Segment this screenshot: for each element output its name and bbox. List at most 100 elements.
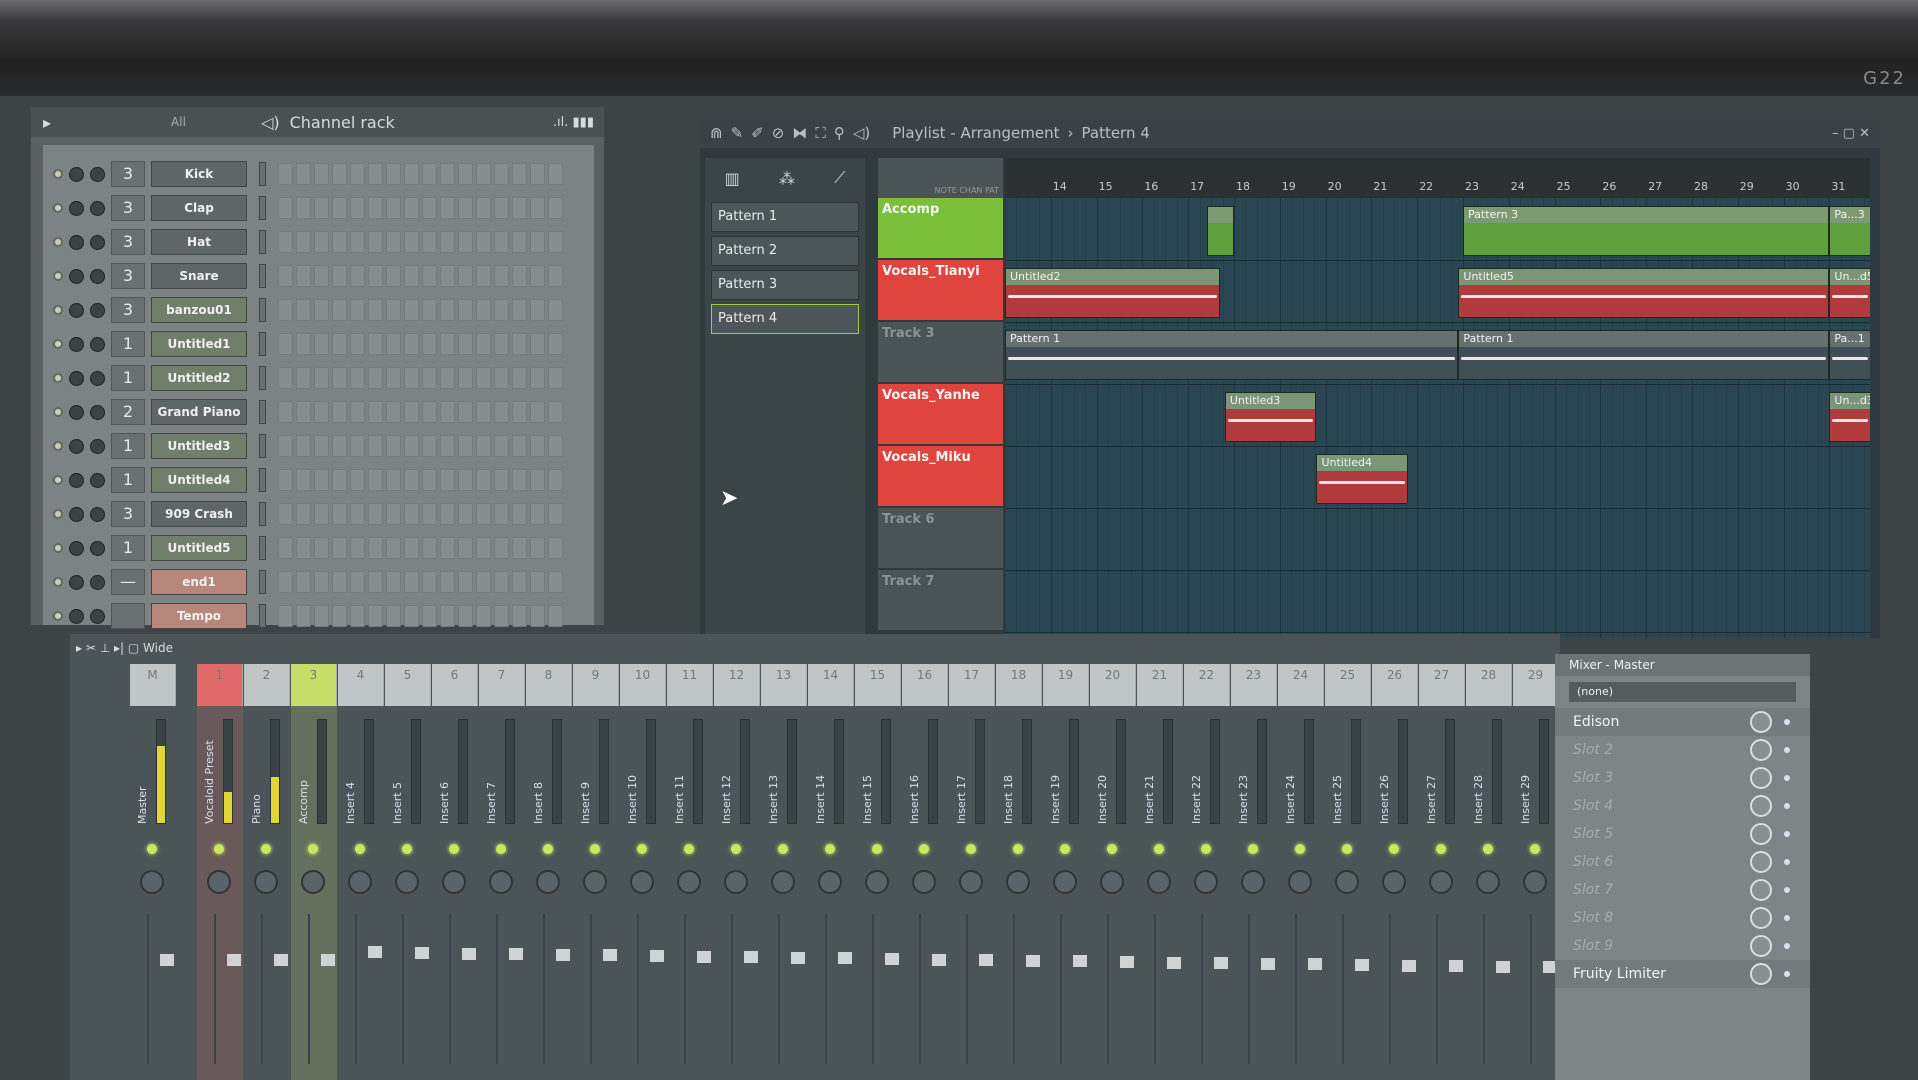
step-button[interactable] [512, 265, 527, 287]
channel-select-indicator[interactable] [259, 162, 266, 186]
channel-mute-led[interactable] [53, 577, 63, 587]
step-button[interactable] [278, 401, 293, 423]
step-button[interactable] [386, 435, 401, 457]
track-header[interactable]: Track 7 [878, 570, 1003, 630]
mixer-strip[interactable]: 16 Insert 16 [902, 664, 948, 1080]
volume-knob[interactable] [69, 574, 84, 590]
step-button[interactable] [458, 265, 473, 287]
volume-fader[interactable] [872, 914, 899, 1064]
mixer-track-number[interactable]: 1 [111, 433, 145, 459]
volume-knob[interactable] [69, 472, 84, 488]
step-button[interactable] [422, 231, 437, 253]
volume-fader[interactable] [637, 914, 664, 1064]
strip-enable-led[interactable] [825, 844, 835, 854]
step-button[interactable] [404, 163, 419, 185]
playlist-clip[interactable]: Untitled2 [1005, 268, 1221, 318]
pan-knob[interactable] [1100, 870, 1124, 894]
volume-fader[interactable] [1154, 914, 1181, 1064]
pan-knob[interactable] [583, 870, 607, 894]
step-button[interactable] [314, 231, 329, 253]
step-button[interactable] [422, 571, 437, 593]
step-button[interactable] [386, 571, 401, 593]
volume-fader[interactable] [825, 914, 852, 1064]
strip-enable-led[interactable] [731, 844, 741, 854]
step-button[interactable] [512, 163, 527, 185]
step-button[interactable] [278, 605, 293, 627]
pan-knob[interactable] [254, 870, 278, 894]
step-button[interactable] [476, 299, 491, 321]
strip-enable-led[interactable] [308, 844, 318, 854]
bar-number[interactable]: 16 [1144, 180, 1158, 193]
step-button[interactable] [314, 333, 329, 355]
step-button[interactable] [278, 299, 293, 321]
pan-knob[interactable] [1053, 870, 1077, 894]
step-button[interactable] [278, 435, 293, 457]
step-button[interactable] [548, 435, 563, 457]
playlist-clip[interactable]: Untitled4 [1316, 454, 1409, 504]
step-button[interactable] [512, 401, 527, 423]
step-button[interactable] [350, 299, 365, 321]
pattern-item[interactable]: Pattern 2 [711, 236, 859, 266]
volume-fader[interactable] [1389, 914, 1416, 1064]
step-button[interactable] [386, 605, 401, 627]
step-button[interactable] [368, 401, 383, 423]
strip-enable-led[interactable] [1248, 844, 1258, 854]
step-button[interactable] [530, 231, 545, 253]
step-button[interactable] [530, 605, 545, 627]
playlist-clip[interactable]: Pattern 1 [1458, 330, 1830, 380]
track-header[interactable]: Vocals_Miku [878, 446, 1003, 506]
playlist-clip[interactable]: Pa...3 [1829, 206, 1870, 256]
step-button[interactable] [458, 401, 473, 423]
pan-knob[interactable] [865, 870, 889, 894]
step-button[interactable] [404, 571, 419, 593]
strip-enable-led[interactable] [778, 844, 788, 854]
step-button[interactable] [350, 605, 365, 627]
step-button[interactable] [404, 401, 419, 423]
step-button[interactable] [530, 367, 545, 389]
step-button[interactable] [332, 435, 347, 457]
step-button[interactable] [386, 163, 401, 185]
step-button[interactable] [422, 367, 437, 389]
mixer-track-number[interactable]: 3 [111, 263, 145, 289]
mixer-track-number[interactable]: 1 [111, 535, 145, 561]
step-button[interactable] [512, 333, 527, 355]
step-button[interactable] [314, 435, 329, 457]
input-selector[interactable]: (none) [1569, 682, 1796, 702]
fader-handle[interactable] [1261, 957, 1275, 970]
mixer-strip[interactable]: 22 Insert 22 [1184, 664, 1230, 1080]
playlist-clip[interactable] [1206, 206, 1234, 256]
strip-number[interactable]: 18 [996, 664, 1042, 706]
channel-select-indicator[interactable] [259, 332, 266, 356]
pan-knob[interactable] [1382, 870, 1406, 894]
step-button[interactable] [548, 469, 563, 491]
step-button[interactable] [494, 299, 509, 321]
pan-knob[interactable] [1476, 870, 1500, 894]
step-button[interactable] [404, 367, 419, 389]
bar-number[interactable]: 27 [1648, 180, 1662, 193]
fader-handle[interactable] [744, 951, 758, 964]
volume-fader[interactable] [214, 914, 241, 1064]
step-button[interactable] [368, 435, 383, 457]
step-button[interactable] [476, 367, 491, 389]
step-button[interactable] [476, 435, 491, 457]
fader-handle[interactable] [1167, 956, 1181, 969]
strip-enable-led[interactable] [1530, 844, 1540, 854]
slot-mix-knob[interactable] [1750, 823, 1772, 845]
volume-fader[interactable] [919, 914, 946, 1064]
bar-number[interactable]: 18 [1236, 180, 1250, 193]
step-button[interactable] [296, 197, 311, 219]
step-button[interactable] [278, 367, 293, 389]
step-button[interactable] [386, 537, 401, 559]
step-button[interactable] [548, 537, 563, 559]
pattern-item[interactable]: Pattern 4 [711, 304, 859, 334]
strip-enable-led[interactable] [1107, 844, 1117, 854]
step-button[interactable] [296, 163, 311, 185]
strip-number[interactable]: 9 [573, 664, 619, 706]
step-button[interactable] [440, 197, 455, 219]
slot-enable-led[interactable] [1784, 943, 1790, 949]
step-button[interactable] [332, 163, 347, 185]
step-button[interactable] [494, 571, 509, 593]
step-button[interactable] [404, 333, 419, 355]
volume-fader[interactable] [684, 914, 711, 1064]
step-button[interactable] [422, 299, 437, 321]
